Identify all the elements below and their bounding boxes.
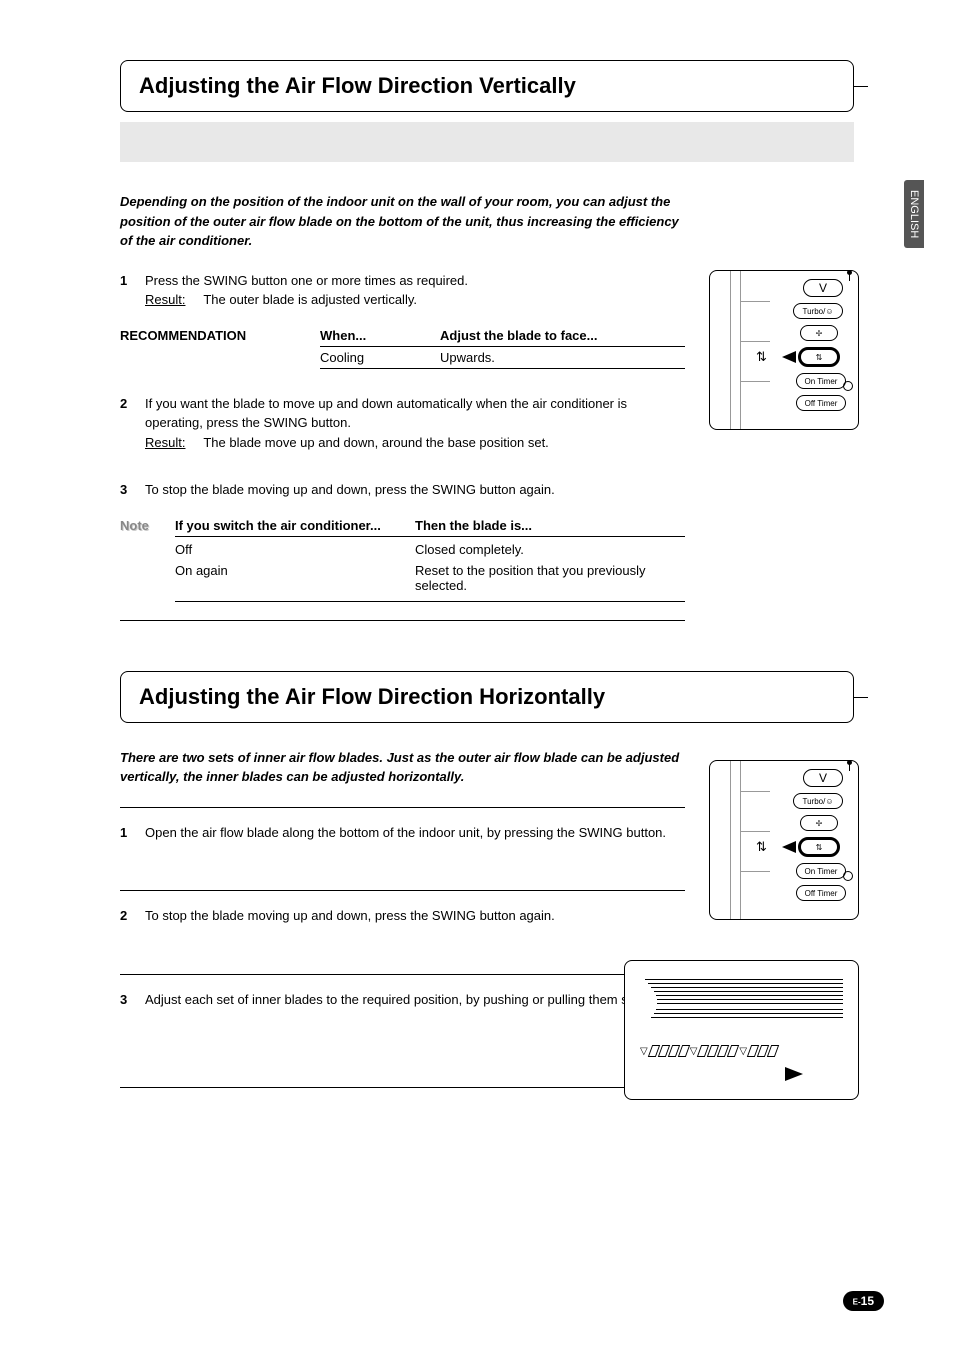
step2-text: To stop the blade moving up and down, pr… — [145, 906, 685, 926]
note-onagain: On again — [175, 563, 415, 593]
rec-cooling: Cooling — [320, 350, 440, 365]
section2-intro: There are two sets of inner air flow bla… — [120, 748, 685, 787]
swing-button-icon: ⇅ — [798, 837, 840, 857]
note-reset: Reset to the position that you previousl… — [415, 563, 685, 593]
swing-indicator-icon: ⇅ — [756, 349, 767, 365]
v-button-icon: V — [803, 279, 843, 297]
step1-text: Press the SWING button one or more times… — [145, 271, 685, 291]
divider — [120, 620, 685, 621]
section2-title: Adjusting the Air Flow Direction Horizon… — [139, 684, 835, 710]
unit-diagram: ▽ ▽ ▽ — [624, 960, 859, 1100]
dots-button-icon: ✢ — [800, 815, 838, 831]
step1-text: Open the air flow blade along the bottom… — [145, 823, 685, 843]
section1-step1: 1 Press the SWING button one or more tim… — [120, 271, 685, 310]
remote-diagram-2: V Turbo/☺ ✢ ⇅ ⇅ On Timer Off Timer — [709, 760, 859, 920]
step-number: 1 — [120, 271, 145, 310]
recommendation-block: RECOMMENDATION When... Adjust the blade … — [120, 328, 685, 369]
section2-title-box: Adjusting the Air Flow Direction Horizon… — [120, 671, 854, 723]
louvers-icon: ▽ ▽ ▽ — [640, 1041, 848, 1061]
ontimer-button-icon: On Timer — [796, 373, 846, 389]
dots-button-icon: ✢ — [800, 325, 838, 341]
step3-text: To stop the blade moving up and down, pr… — [145, 480, 685, 500]
gray-block-1 — [120, 122, 854, 162]
pointer-arrow-icon — [782, 841, 796, 853]
language-tab: ENGLISH — [904, 180, 924, 248]
rec-upwards: Upwards. — [440, 350, 685, 365]
section2-step1-block: 1 Open the air flow blade along the bott… — [120, 807, 685, 891]
note-off: Off — [175, 542, 415, 557]
timer-circle-icon — [843, 381, 853, 391]
result-text: The outer blade is adjusted vertically. — [203, 292, 417, 307]
turbo-button-icon: Turbo/☺ — [793, 303, 843, 319]
section1-step3: 3 To stop the blade moving up and down, … — [120, 480, 685, 500]
step-number: 1 — [120, 823, 145, 843]
result-text: The blade move up and down, around the b… — [203, 435, 548, 450]
step2-text: If you want the blade to move up and dow… — [145, 394, 685, 433]
section1-title: Adjusting the Air Flow Direction Vertica… — [139, 73, 835, 99]
timer-circle-icon — [843, 871, 853, 881]
section2-step3-block: 3 Adjust each set of inner blades to the… — [120, 974, 685, 1089]
turbo-button-icon: Turbo/☺ — [793, 793, 843, 809]
section1-step2: 2 If you want the blade to move up and d… — [120, 394, 685, 453]
remote-diagram-1: V Turbo/☺ ✢ ⇅ ⇅ On Timer Off Timer — [709, 270, 859, 430]
step-number: 3 — [120, 480, 145, 500]
v-button-icon: V — [803, 769, 843, 787]
note-label: Note — [120, 518, 175, 605]
result-label: Result: — [145, 292, 185, 307]
step3-text: Adjust each set of inner blades to the r… — [145, 990, 685, 1010]
offtimer-button-icon: Off Timer — [796, 885, 846, 901]
rec-header-adjust: Adjust the blade to face... — [440, 328, 685, 343]
section2-step2-block: 2 To stop the blade moving up and down, … — [120, 890, 685, 974]
swing-indicator-icon: ⇅ — [756, 839, 767, 855]
ontimer-button-icon: On Timer — [796, 863, 846, 879]
step-number: 2 — [120, 394, 145, 453]
section1-intro: Depending on the position of the indoor … — [120, 192, 685, 251]
note-closed: Closed completely. — [415, 542, 685, 557]
swing-button-icon: ⇅ — [798, 347, 840, 367]
note-block: Note If you switch the air conditioner..… — [120, 518, 685, 605]
note-header-then: Then the blade is... — [415, 518, 685, 533]
recommendation-label: RECOMMENDATION — [120, 328, 320, 369]
pointer-arrow-icon — [782, 351, 796, 363]
step-number: 3 — [120, 990, 145, 1010]
page-number: E-15 — [843, 1291, 884, 1311]
rec-header-when: When... — [320, 328, 440, 343]
result-label: Result: — [145, 435, 185, 450]
section1-title-box: Adjusting the Air Flow Direction Vertica… — [120, 60, 854, 112]
step-number: 2 — [120, 906, 145, 926]
direction-arrow-icon — [785, 1067, 803, 1081]
note-header-if: If you switch the air conditioner... — [175, 518, 415, 533]
offtimer-button-icon: Off Timer — [796, 395, 846, 411]
